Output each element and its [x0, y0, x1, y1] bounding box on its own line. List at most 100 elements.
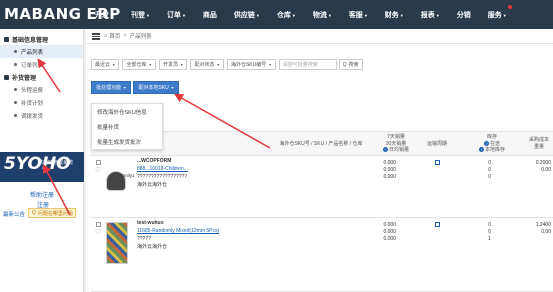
group-label: 补货管理 — [12, 75, 37, 82]
item-label: 调拨发货 — [21, 113, 44, 120]
menu-icon[interactable] — [92, 32, 100, 40]
chevron-down-icon: ▼ — [435, 12, 440, 18]
row-weight: 0.00 — [541, 167, 551, 173]
question-button[interactable]: Q 问题在哪里问题 — [28, 208, 76, 218]
row-local: 1 — [488, 236, 491, 242]
chevron-down-icon: ▼ — [502, 12, 507, 18]
filter-label: 配对状态 — [194, 62, 215, 68]
row-sales-30: 0.000 — [383, 229, 396, 235]
question-icon[interactable]: ? — [478, 147, 484, 153]
item-label: 补货计划 — [21, 100, 44, 107]
chevron-down-icon: ▼ — [112, 62, 116, 67]
table-row[interactable]: ♡ Emily1 ...WCOPFORM 888...10018-Childre… — [91, 157, 553, 218]
nav-item-10[interactable]: 分销 — [457, 10, 471, 20]
chevron-down-icon: ▼ — [291, 12, 296, 18]
col-cost-label: 采购成本 — [528, 137, 549, 143]
col-transit: 运输周期 — [426, 141, 447, 147]
heart-icon[interactable]: ♡ — [95, 228, 101, 236]
filter-recent[interactable]: 最近云 ▼ — [91, 59, 120, 70]
nav-item-8[interactable]: 财务▼ — [385, 10, 404, 20]
filter-developer[interactable]: 开发员 ▼ — [158, 59, 188, 70]
nav-item-3[interactable]: 商品 — [203, 10, 217, 20]
row-checkbox[interactable] — [96, 160, 101, 165]
item-label: 头程运费 — [21, 87, 44, 94]
breadcrumb-home[interactable]: 首页 — [109, 32, 120, 40]
sidebar-item-plan[interactable]: 补货计划 — [0, 96, 83, 109]
chevron-down-icon: ▼ — [110, 12, 114, 18]
search-button[interactable]: Q 搜索 — [338, 59, 363, 70]
row-stock: 0 — [488, 222, 491, 228]
search-input[interactable]: 请按可批量搜索 — [278, 59, 337, 70]
row-user: Emily1 — [121, 173, 135, 178]
row-extra: ?????????????????? — [137, 174, 188, 180]
group-label: 基础信息管理 — [12, 37, 49, 44]
question-icon[interactable]: ? — [483, 140, 489, 146]
pair-sku-button[interactable]: 配对本地SKU ▼ — [133, 81, 180, 94]
table-row[interactable]: ♡ test-wuhuo 11685-Randomly Mixed(12mm 5… — [91, 219, 553, 292]
nav-label: 刊登 — [130, 11, 145, 19]
sidebar-item-freight[interactable]: 头程运费 — [0, 83, 83, 96]
col-stock: 库存 ? 在途 ? 本地库存 — [474, 134, 510, 154]
row-cost: 0.2000 — [535, 160, 551, 166]
nav-item-2[interactable]: 订单▼ — [167, 10, 186, 20]
question-icon[interactable]: ? — [382, 147, 388, 153]
nav-item-0[interactable]: 开发▼ — [95, 10, 114, 20]
nav-item-6[interactable]: 物流▼ — [313, 10, 332, 20]
sidebar-group-basic[interactable]: 基础信息管理 — [0, 33, 83, 45]
notification-badge — [507, 4, 512, 9]
filter-pair-status[interactable]: 配对状态 ▼ — [190, 59, 224, 70]
row-sales-daily: 0.000 — [383, 236, 396, 242]
row-sku-link[interactable]: 888...10018-Children... — [137, 166, 188, 172]
nav-label: 服务 — [487, 11, 502, 19]
menu-item-edit[interactable]: 修改海外仓SKU信息 — [92, 104, 162, 119]
nav-label: 报表 — [420, 11, 435, 19]
heart-icon[interactable]: ♡ — [95, 166, 101, 174]
nav-item-4[interactable]: 供应链▼ — [234, 10, 260, 20]
row-sales-daily: 0.000 — [383, 174, 396, 180]
nav-label: 仓库 — [276, 11, 291, 19]
row-sales-7: 0.000 — [383, 222, 396, 228]
product-thumbnail[interactable] — [106, 222, 128, 264]
sidebar-item-order-list[interactable]: 订单列表 — [0, 58, 83, 71]
filter-sku-type[interactable]: 海外仓SKU编号 ▼ — [226, 59, 276, 70]
edit-icon[interactable] — [435, 222, 440, 227]
chevron-down-icon: ▼ — [123, 85, 127, 90]
col-stock-transit-label: 在途 — [489, 140, 500, 147]
edit-icon[interactable] — [435, 160, 440, 165]
pair-label: 配对本地SKU — [138, 85, 169, 91]
sidebar-item-product-list[interactable]: 产品列表 — [0, 45, 83, 58]
menu-item-replenish[interactable]: 批量补货 — [92, 119, 162, 134]
chevron-down-icon: ▼ — [268, 62, 272, 67]
sidebar-group-replenish[interactable]: 补货管理 — [0, 71, 83, 83]
col-sales-daily-label: 日均销量 — [388, 147, 409, 153]
help-link[interactable]: 帮助注册 — [30, 190, 54, 199]
filter-label: 全部仓库 — [126, 62, 147, 68]
breadcrumb: ⌂ 首页 > 产品列表 — [86, 29, 553, 44]
menu-item-shipment[interactable]: 批量生成发货批次 — [92, 134, 162, 149]
row-sales-7: 0.000 — [383, 160, 396, 166]
nav-item-7[interactable]: 客服▼ — [349, 10, 368, 20]
yoho-promo-banner[interactable]: 5YOHO 供应链管理系统 — [0, 152, 84, 182]
filter-warehouse[interactable]: 全部仓库 ▼ — [122, 59, 156, 70]
nav-item-9[interactable]: 报表▼ — [421, 10, 440, 20]
search-label: 搜索 — [348, 62, 359, 68]
batch-button[interactable]: 批处理功能 ▼ — [91, 81, 132, 94]
chevron-down-icon: ▼ — [179, 62, 184, 67]
sidebar-item-transfer[interactable]: 调拨发货 — [0, 109, 83, 122]
row-warehouse: 海外云海外仓 — [137, 244, 168, 250]
nav-item-11[interactable]: 服务▼ — [487, 4, 512, 20]
row-sales-30: 0.000 — [383, 167, 396, 173]
breadcrumb-current: 产品列表 — [129, 34, 152, 40]
row-sku-link[interactable]: 11685-Randomly Mixed(12mm 5Pcs) — [137, 228, 219, 234]
logo-text: MABANG — [4, 5, 82, 23]
bullet-icon — [14, 50, 17, 53]
chevron-down-icon: ▼ — [327, 12, 332, 18]
chevron-down-icon: ▼ — [148, 62, 152, 67]
question-label: 问题在哪里问题 — [37, 210, 73, 217]
nav-item-5[interactable]: 仓库▼ — [277, 10, 296, 20]
nav-item-1[interactable]: 刊登▼ — [131, 10, 150, 20]
search-placeholder: 请按可批量搜索 — [282, 62, 318, 68]
bullet-icon — [14, 63, 17, 66]
row-checkbox[interactable] — [96, 222, 101, 227]
notice-link[interactable]: 最新公告 — [3, 210, 25, 218]
